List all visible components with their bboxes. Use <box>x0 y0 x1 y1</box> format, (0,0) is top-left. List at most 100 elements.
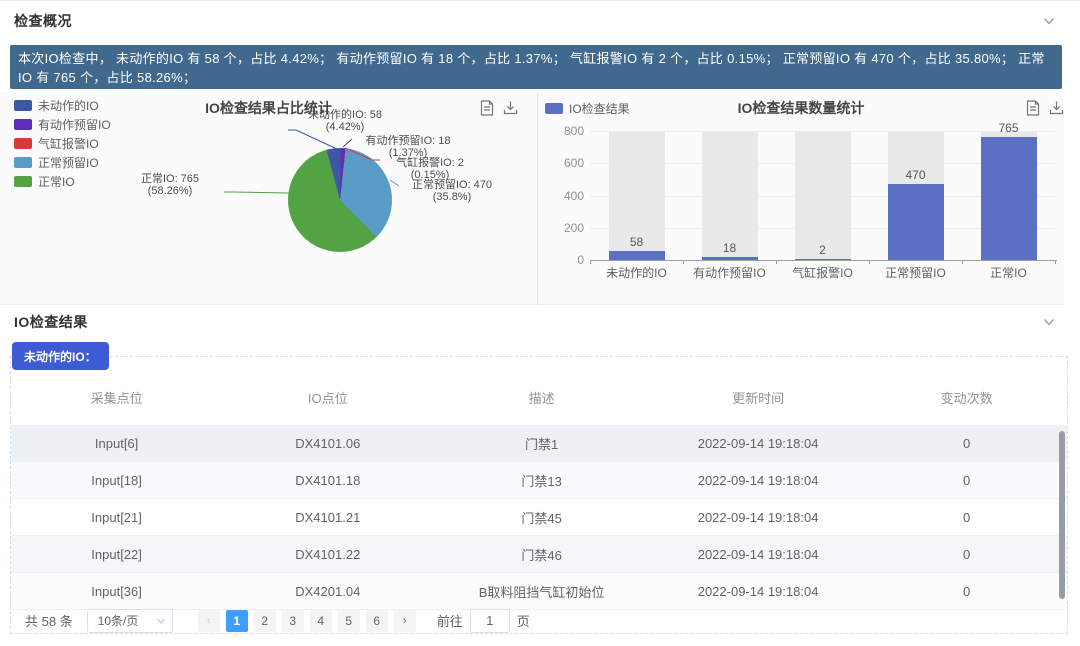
table-cell: Input[22] <box>11 547 222 562</box>
table-cell: DX4101.22 <box>222 547 433 562</box>
pie-callout-line1: 有动作预留IO: 18 <box>333 135 483 147</box>
bar-toolbox <box>1026 100 1064 121</box>
overview-section-header: 检查概况 <box>0 0 1080 40</box>
overview-collapse-chevron-icon[interactable] <box>1042 14 1056 28</box>
table-cell: 2022-09-14 19:18:04 <box>650 584 866 599</box>
download-image-icon[interactable] <box>503 100 518 121</box>
pie-callout-line1: 正常IO: 765 <box>95 173 245 185</box>
pie-callout-line2: (58.26%) <box>95 185 245 197</box>
table-cell: 0 <box>866 510 1067 525</box>
results-section-title: IO检查结果 <box>14 312 88 332</box>
table-cell: Input[18] <box>11 473 222 488</box>
pie-chart-panel: IO检查结果占比统计 未动作的IO有动作预留IO气缸报警IO正常预留IO正常IO… <box>0 92 537 305</box>
pagination-page-button[interactable]: 3 <box>282 610 304 632</box>
pie-legend-label: 未动作的IO <box>38 97 99 114</box>
pagination-page-button[interactable]: 5 <box>338 610 360 632</box>
pagination-page-button[interactable]: 4 <box>310 610 332 632</box>
bar-series-column[interactable] <box>609 251 665 260</box>
bar-legend-label: IO检查结果 <box>569 100 630 117</box>
bar-category-label: 正常IO <box>962 264 1055 281</box>
bar-series-column[interactable] <box>702 257 758 260</box>
table-cell: 门禁13 <box>433 471 649 490</box>
pie-legend-item[interactable]: 有动作预留IO <box>14 116 111 133</box>
table-cell: Input[21] <box>11 510 222 525</box>
filter-badge: 未动作的IO： <box>12 342 109 370</box>
pie-toolbox <box>480 100 518 121</box>
charts-region: IO检查结果占比统计 未动作的IO有动作预留IO气缸报警IO正常预留IO正常IO… <box>0 92 1064 305</box>
table-row[interactable]: Input[22]DX4101.22门禁462022-09-14 19:18:0… <box>11 536 1067 573</box>
bar-legend-item[interactable]: IO检查结果 <box>545 100 630 117</box>
results-collapse-chevron-icon[interactable] <box>1042 315 1056 329</box>
pie-legend-item[interactable]: 未动作的IO <box>14 97 99 114</box>
results-table-container: 采集点位IO点位描述更新时间变动次数 Input[6]DX4101.06门禁12… <box>10 356 1068 634</box>
goto-label: 前往 <box>437 611 463 630</box>
pagination-goto: 前往 页 <box>437 609 530 633</box>
pie-legend-label: 气缸报警IO <box>38 135 99 152</box>
table-cell: Input[6] <box>11 436 222 451</box>
page-size-value: 10条/页 <box>98 612 139 629</box>
select-chevron-down-icon <box>156 616 166 626</box>
bar-background-column <box>795 131 851 260</box>
data-view-icon[interactable] <box>480 100 494 121</box>
table-scrollbar-thumb[interactable] <box>1059 431 1065 599</box>
bar-category-label: 气缸报警IO <box>776 264 869 281</box>
table-cell: 门禁45 <box>433 508 649 527</box>
bar-series-column[interactable] <box>981 137 1037 260</box>
pie-callout-line2: (35.8%) <box>377 191 527 203</box>
table-cell: 门禁1 <box>433 434 649 453</box>
pie-legend-item[interactable]: 正常预留IO <box>14 154 99 171</box>
bar-category-label: 正常预留IO <box>869 264 962 281</box>
pie-legend-label: 正常IO <box>38 173 75 190</box>
bar-value-label: 470 <box>869 168 962 182</box>
table-cell: 0 <box>866 584 1067 599</box>
pie-legend-item[interactable]: 正常IO <box>14 173 75 190</box>
pagination-page-button[interactable]: 2 <box>254 610 276 632</box>
pagination-pages: 123456 <box>223 610 391 632</box>
pie-legend-swatch <box>14 176 32 187</box>
pie-legend-swatch <box>14 119 32 130</box>
results-section-header: IO检查结果 <box>0 303 1080 340</box>
table-body: Input[6]DX4101.06门禁12022-09-14 19:18:040… <box>11 425 1067 610</box>
pie-callout-line1: 正常预留IO: 470 <box>377 179 527 191</box>
table-row[interactable]: Input[21]DX4101.21门禁452022-09-14 19:18:0… <box>11 499 1067 536</box>
data-view-icon[interactable] <box>1026 100 1040 121</box>
table-row[interactable]: Input[6]DX4101.06门禁12022-09-14 19:18:040 <box>11 425 1067 462</box>
bar-series-column[interactable] <box>795 259 851 260</box>
pagination-next-button[interactable]: › <box>394 610 416 632</box>
download-image-icon[interactable] <box>1049 100 1064 121</box>
bar-y-tick-label: 0 <box>544 253 584 267</box>
pie-legend-item[interactable]: 气缸报警IO <box>14 135 99 152</box>
table-header-cell: 采集点位 <box>11 388 222 407</box>
bar-series-column[interactable] <box>888 184 944 260</box>
table-header-cell: IO点位 <box>222 388 433 407</box>
pie-callout-label: 有动作预留IO: 18(1.37%) <box>333 135 483 159</box>
goto-page-input[interactable] <box>470 609 510 633</box>
page-size-select[interactable]: 10条/页 <box>87 609 173 633</box>
table-cell: 0 <box>866 473 1067 488</box>
pie-legend-label: 正常预留IO <box>38 154 99 171</box>
pagination-prev-button[interactable]: ‹ <box>198 610 220 632</box>
bar-y-tick-label: 800 <box>544 124 584 138</box>
bar-value-label: 2 <box>776 243 869 257</box>
table-cell: DX4101.06 <box>222 436 433 451</box>
pagination-bar: 共 58 条 10条/页 ‹ 123456 › 前往 页 <box>15 608 1065 633</box>
pie-legend-swatch <box>14 100 32 111</box>
pie-callout-line1: 气缸报警IO: 2 <box>355 157 505 169</box>
table-row[interactable]: Input[36]DX4201.04B取料阻挡气缸初始位2022-09-14 1… <box>11 573 1067 610</box>
pie-callout-line1: 未动作的IO: 58 <box>270 109 420 121</box>
bar-chart-panel: IO检查结果数量统计 IO检查结果 020040060080058未动作的IO1… <box>538 92 1064 305</box>
pagination-page-button[interactable]: 1 <box>226 610 248 632</box>
pie-callout-line2: (4.42%) <box>270 121 420 133</box>
bar-y-tick-label: 200 <box>544 221 584 235</box>
pie-callout-label: 未动作的IO: 58(4.42%) <box>270 109 420 133</box>
bar-value-label: 18 <box>683 241 776 255</box>
table-row[interactable]: Input[18]DX4101.18门禁132022-09-14 19:18:0… <box>11 462 1067 499</box>
pagination-page-button[interactable]: 6 <box>366 610 388 632</box>
table-cell: 2022-09-14 19:18:04 <box>650 473 866 488</box>
overview-section-title: 检查概况 <box>14 11 72 31</box>
summary-banner: 本次IO检查中， 未动作的IO 有 58 个，占比 4.42%； 有动作预留IO… <box>10 45 1062 89</box>
table-cell: 0 <box>866 436 1067 451</box>
bar-value-label: 58 <box>590 235 683 249</box>
table-cell: DX4101.18 <box>222 473 433 488</box>
table-cell: DX4101.21 <box>222 510 433 525</box>
